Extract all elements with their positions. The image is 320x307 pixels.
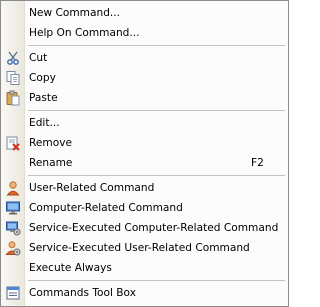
help-on-command-item[interactable]: Help On Command... (1, 23, 288, 43)
menu-item-label: Rename (29, 157, 73, 169)
menu-item-label: Edit... (29, 117, 60, 129)
menu-item-label: Execute Always (29, 262, 112, 274)
commands-tool-box-item[interactable]: Commands Tool Box (1, 283, 288, 303)
menu-item-label: Computer-Related Command (29, 202, 183, 214)
menu-item-label: Commands Tool Box (29, 287, 136, 299)
context-menu: New Command... Help On Command... Cut Co… (0, 0, 289, 307)
empty-icon-slot (1, 153, 24, 173)
menu-item-label: Paste (29, 92, 58, 104)
menu-item-label: Copy (29, 72, 56, 84)
empty-icon-slot (1, 113, 24, 133)
menu-item-label: User-Related Command (29, 182, 155, 194)
copy-icon (1, 68, 24, 88)
user-icon (1, 178, 24, 198)
empty-icon-slot (1, 258, 24, 278)
remove-icon (1, 133, 24, 153)
service-executed-computer-related-command-item[interactable]: Service-Executed Computer-Related Comman… (1, 218, 288, 238)
menu-item-label: Cut (29, 52, 48, 64)
menu-item-label: New Command... (29, 7, 121, 19)
empty-icon-slot (1, 3, 24, 23)
service-user-icon (1, 238, 24, 258)
service-executed-user-related-command-item[interactable]: Service-Executed User-Related Command (1, 238, 288, 258)
execute-always-item[interactable]: Execute Always (1, 258, 288, 278)
computer-icon (1, 198, 24, 218)
menu-item-label: Help On Command... (29, 27, 140, 39)
rename-item[interactable]: Rename F2 (1, 153, 288, 173)
service-computer-icon (1, 218, 24, 238)
remove-item[interactable]: Remove (1, 133, 288, 153)
clipboard-icon (1, 88, 24, 108)
cut-item[interactable]: Cut (1, 48, 288, 68)
toolbox-icon (1, 283, 24, 303)
scissors-icon (1, 48, 24, 68)
user-related-command-item[interactable]: User-Related Command (1, 178, 288, 198)
menu-item-label: Service-Executed Computer-Related Comman… (29, 222, 279, 234)
menu-items: New Command... Help On Command... Cut Co… (1, 1, 288, 303)
empty-icon-slot (1, 23, 24, 43)
menu-item-label: Remove (29, 137, 72, 149)
new-command-item[interactable]: New Command... (1, 3, 288, 23)
menu-item-label: Service-Executed User-Related Command (29, 242, 250, 254)
copy-item[interactable]: Copy (1, 68, 288, 88)
paste-item[interactable]: Paste (1, 88, 288, 108)
computer-related-command-item[interactable]: Computer-Related Command (1, 198, 288, 218)
shortcut-key: F2 (251, 157, 264, 169)
edit-item[interactable]: Edit... (1, 113, 288, 133)
